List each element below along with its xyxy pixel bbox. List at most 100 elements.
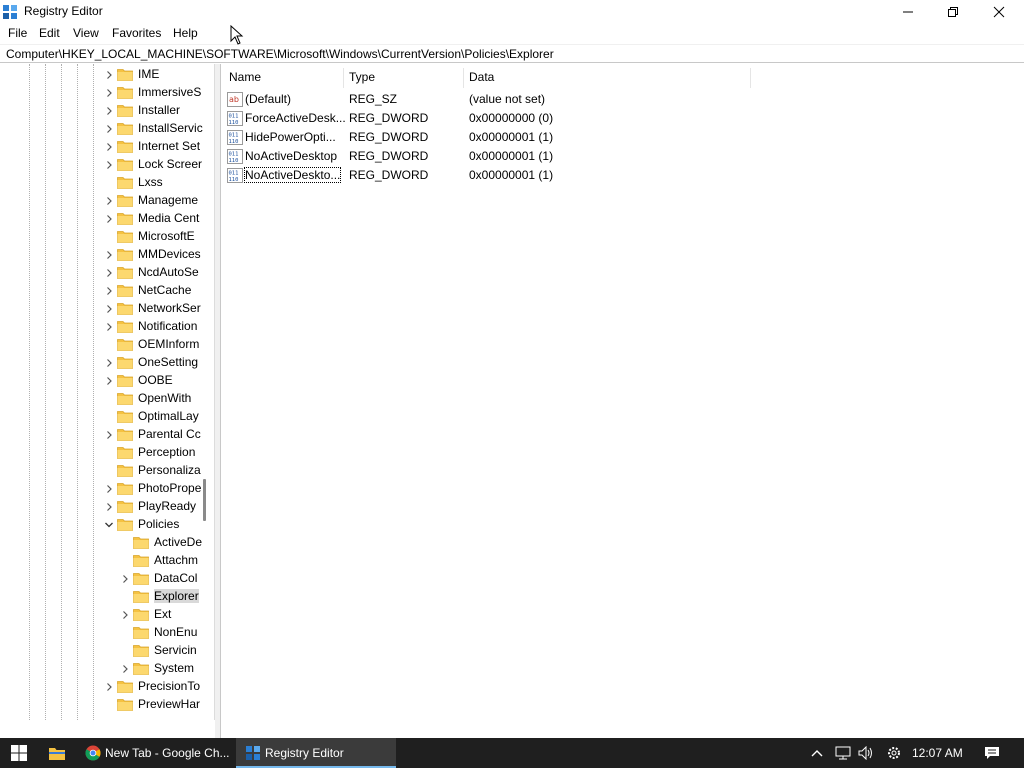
tree-item[interactable]: NcdAutoSe bbox=[0, 264, 214, 282]
chevron-right-icon[interactable] bbox=[104, 142, 114, 152]
chevron-right-icon[interactable] bbox=[104, 286, 114, 296]
menu-help[interactable]: Help bbox=[173, 26, 198, 40]
tree-item[interactable]: MMDevices bbox=[0, 246, 214, 264]
folder-icon bbox=[117, 285, 133, 297]
tree-item[interactable]: Attachm bbox=[0, 552, 214, 570]
tree-item[interactable]: DataCol bbox=[0, 570, 214, 588]
minimize-button[interactable] bbox=[885, 0, 931, 23]
chevron-right-icon[interactable] bbox=[104, 250, 114, 260]
tree-item[interactable]: OpenWith bbox=[0, 390, 214, 408]
column-header-data[interactable]: Data bbox=[469, 70, 494, 84]
value-row[interactable]: 011 110 NoActiveDesktop REG_DWORD 0x00000001… bbox=[221, 147, 921, 166]
value-row[interactable]: 011 110 ForceActiveDesk... REG_DWORD 0x00000… bbox=[221, 109, 921, 128]
tree-item[interactable]: Lock Screer bbox=[0, 156, 214, 174]
tree-item[interactable]: Installer bbox=[0, 102, 214, 120]
value-name: HidePowerOpti... bbox=[245, 130, 336, 144]
chevron-right-icon[interactable] bbox=[120, 610, 130, 620]
title-bar[interactable]: Registry Editor bbox=[0, 0, 1024, 23]
chrome-taskbar-button[interactable]: New Tab - Google Ch... bbox=[76, 738, 234, 768]
network-tray-button[interactable] bbox=[832, 738, 854, 768]
column-header-name[interactable]: Name bbox=[229, 70, 261, 84]
chevron-right-icon[interactable] bbox=[120, 574, 130, 584]
chevron-right-icon[interactable] bbox=[104, 196, 114, 206]
tree-item[interactable]: PlayReady bbox=[0, 498, 214, 516]
tree-item[interactable]: Internet Set bbox=[0, 138, 214, 156]
value-row[interactable]: ab (Default) REG_SZ (value not set) bbox=[221, 90, 921, 109]
tree-item[interactable]: PhotoPrope bbox=[0, 480, 214, 498]
tree-item[interactable]: Media Cent bbox=[0, 210, 214, 228]
show-hidden-icons-button[interactable] bbox=[806, 738, 828, 768]
tree-item[interactable]: OEMInform bbox=[0, 336, 214, 354]
tree-item[interactable]: Personaliza bbox=[0, 462, 214, 480]
settings-tray-button[interactable] bbox=[882, 738, 906, 768]
start-button[interactable] bbox=[0, 738, 38, 768]
volume-tray-button[interactable] bbox=[855, 738, 877, 768]
action-center-button[interactable] bbox=[978, 738, 1006, 768]
clock[interactable]: 12:07 AM bbox=[912, 746, 963, 760]
folder-icon bbox=[117, 159, 133, 171]
tree-item[interactable]: ActiveDe bbox=[0, 534, 214, 552]
tree-item[interactable]: System bbox=[0, 660, 214, 678]
tree-item[interactable]: Ext bbox=[0, 606, 214, 624]
address-path[interactable]: Computer\HKEY_LOCAL_MACHINE\SOFTWARE\Mic… bbox=[6, 47, 554, 61]
value-row[interactable]: 011 110 HidePowerOpti... REG_DWORD 0x0000000… bbox=[221, 128, 921, 147]
column-divider[interactable] bbox=[463, 68, 464, 88]
tree-item[interactable]: InstallServic bbox=[0, 120, 214, 138]
tree-item[interactable]: MicrosoftE bbox=[0, 228, 214, 246]
chevron-right-icon[interactable] bbox=[104, 214, 114, 224]
chevron-right-icon[interactable] bbox=[104, 106, 114, 116]
column-divider[interactable] bbox=[343, 68, 344, 88]
tree-item[interactable]: Manageme bbox=[0, 192, 214, 210]
tree-item[interactable]: NetCache bbox=[0, 282, 214, 300]
menu-favorites[interactable]: Favorites bbox=[112, 26, 161, 40]
chevron-right-icon[interactable] bbox=[104, 682, 114, 692]
tree-item[interactable]: NetworkSer bbox=[0, 300, 214, 318]
registry-editor-taskbar-button[interactable]: Registry Editor bbox=[236, 738, 396, 768]
menu-view[interactable]: View bbox=[73, 26, 99, 40]
tree-item[interactable]: NonEnu bbox=[0, 624, 214, 642]
tree-item[interactable]: Perception bbox=[0, 444, 214, 462]
values-list[interactable]: Name Type Data ab (Default) REG_SZ (value n… bbox=[220, 64, 1023, 738]
chevron-right-icon[interactable] bbox=[104, 160, 114, 170]
chevron-right-icon[interactable] bbox=[104, 502, 114, 512]
folder-icon bbox=[117, 483, 133, 495]
chevron-right-icon[interactable] bbox=[104, 322, 114, 332]
tree-item[interactable]: PreviewHar bbox=[0, 696, 214, 714]
menu-edit[interactable]: Edit bbox=[39, 26, 60, 40]
tree-item[interactable]: Servicin bbox=[0, 642, 214, 660]
address-bar[interactable]: Computer\HKEY_LOCAL_MACHINE\SOFTWARE\Mic… bbox=[0, 44, 1024, 63]
tree-item[interactable]: Notification bbox=[0, 318, 214, 336]
folder-icon bbox=[117, 213, 133, 225]
chevron-right-icon[interactable] bbox=[104, 304, 114, 314]
tree-item-label: Parental Cc bbox=[138, 427, 201, 441]
value-row[interactable]: 011 110 NoActiveDeskto... REG_DWORD 0x000000… bbox=[221, 166, 921, 185]
chevron-right-icon[interactable] bbox=[120, 664, 130, 674]
chevron-right-icon[interactable] bbox=[104, 430, 114, 440]
tree-item[interactable]: IME bbox=[0, 66, 214, 84]
tree-item[interactable]: Policies bbox=[0, 516, 214, 534]
chevron-right-icon[interactable] bbox=[104, 88, 114, 98]
column-header-type[interactable]: Type bbox=[349, 70, 375, 84]
tree-item[interactable]: OptimalLay bbox=[0, 408, 214, 426]
chevron-right-icon[interactable] bbox=[104, 70, 114, 80]
chevron-right-icon[interactable] bbox=[104, 358, 114, 368]
tree-item[interactable]: Lxss bbox=[0, 174, 214, 192]
chevron-right-icon[interactable] bbox=[104, 484, 114, 494]
tree-item[interactable]: Parental Cc bbox=[0, 426, 214, 444]
chevron-right-icon[interactable] bbox=[104, 376, 114, 386]
close-button[interactable] bbox=[976, 0, 1022, 23]
chevron-right-icon[interactable] bbox=[104, 124, 114, 134]
tree-item[interactable]: Explorer bbox=[0, 588, 214, 606]
tree-item[interactable]: PrecisionTo bbox=[0, 678, 214, 696]
menu-file[interactable]: File bbox=[8, 26, 27, 40]
tree-item[interactable]: ImmersiveS bbox=[0, 84, 214, 102]
chevron-down-icon[interactable] bbox=[104, 520, 114, 530]
maximize-button[interactable] bbox=[930, 0, 976, 23]
chevron-right-icon[interactable] bbox=[104, 268, 114, 278]
tree-item[interactable]: OneSetting bbox=[0, 354, 214, 372]
column-divider[interactable] bbox=[750, 68, 751, 88]
file-explorer-taskbar-button[interactable] bbox=[40, 738, 74, 768]
tree-item[interactable]: OOBE bbox=[0, 372, 214, 390]
tree-vertical-scrollbar[interactable] bbox=[203, 479, 206, 521]
key-tree[interactable]: IME ImmersiveS Installer InstallServic Inter… bbox=[0, 64, 215, 720]
